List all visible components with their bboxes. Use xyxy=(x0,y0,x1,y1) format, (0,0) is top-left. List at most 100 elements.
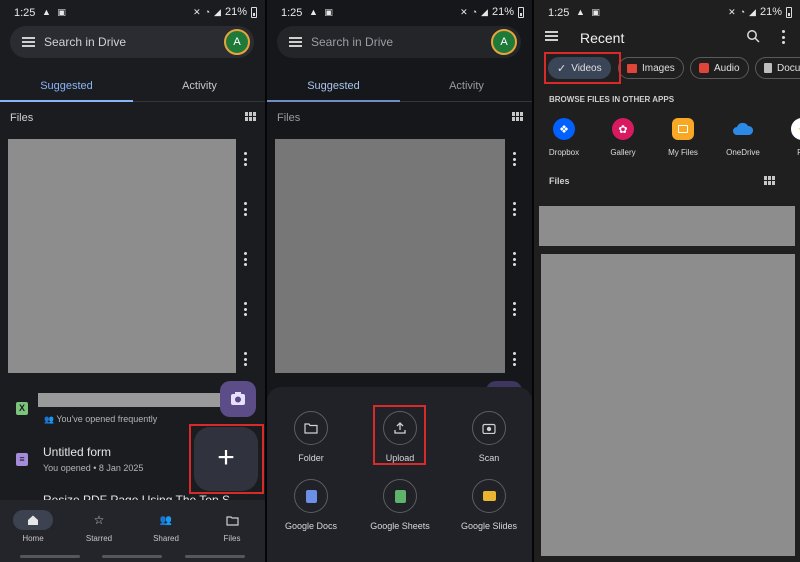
audio-icon xyxy=(699,63,709,73)
app-gallery[interactable]: ✿ Gallery xyxy=(593,118,653,157)
option-upload[interactable]: Upload xyxy=(356,411,444,463)
more-options-icon[interactable] xyxy=(513,202,517,216)
mute-icon: ✕ xyxy=(460,6,468,17)
gesture-bar xyxy=(20,555,80,558)
search-bar[interactable]: Search in Drive A xyxy=(10,26,254,58)
folder-icon xyxy=(225,515,239,526)
more-options-icon[interactable] xyxy=(782,30,786,44)
search-placeholder[interactable]: Search in Drive xyxy=(44,35,126,49)
bottom-navigation: Home ☆ Starred 👥 Shared Files xyxy=(0,500,265,562)
more-options-icon[interactable] xyxy=(244,252,248,266)
search-bar[interactable]: Search in Drive A xyxy=(277,26,521,58)
camera-icon xyxy=(231,392,245,405)
status-time: 1:25 xyxy=(14,7,36,19)
chip-documents[interactable]: Docu xyxy=(755,57,800,79)
tab-activity[interactable]: Activity xyxy=(133,80,265,92)
grid-view-icon[interactable] xyxy=(764,176,775,185)
option-google-sheets[interactable]: Google Sheets xyxy=(356,479,444,531)
status-bar: 1:25 ▲ ▣ ✕ ◔ ◢ 21% xyxy=(267,0,532,26)
more-options-icon[interactable] xyxy=(244,352,248,366)
page-title: Recent xyxy=(580,30,625,46)
browse-apps-header: BROWSE FILES IN OTHER APPS xyxy=(549,95,675,104)
drive-new-sheet-panel: 1:25 ▲ ▣ ✕ ◔ ◢ 21% Search in Drive A Sug… xyxy=(267,0,532,562)
status-time: 1:25 xyxy=(281,7,303,19)
star-icon: ☆ xyxy=(93,513,105,527)
more-options-icon[interactable] xyxy=(513,152,517,166)
more-options-icon[interactable] xyxy=(244,302,248,316)
check-icon: ✓ xyxy=(557,62,567,75)
more-options-icon[interactable] xyxy=(513,302,517,316)
grid-view-icon[interactable] xyxy=(512,112,523,121)
people-icon: 👥 xyxy=(159,514,173,526)
file-thumbnail-placeholder[interactable] xyxy=(275,139,505,373)
create-new-sheet: Folder Upload Scan Google Docs Google Sh… xyxy=(267,387,532,562)
nav-home[interactable]: Home xyxy=(0,510,66,543)
gesture-bar xyxy=(102,555,162,558)
drive-home-panel: 1:25 ▲ ▣ ✕ ◔ ◢ 21% Search in Drive A Sug… xyxy=(0,0,265,562)
signal-icon: ◢ xyxy=(481,6,488,17)
menu-icon[interactable] xyxy=(289,37,302,47)
file-thumbnail-placeholder[interactable] xyxy=(539,206,795,246)
sheets-icon xyxy=(394,489,406,503)
app-photos[interactable]: ✦ Ph xyxy=(772,118,800,157)
option-folder[interactable]: Folder xyxy=(267,411,355,463)
battery-icon xyxy=(251,6,257,18)
nav-starred[interactable]: ☆ Starred xyxy=(66,510,132,543)
forms-icon: ≡ xyxy=(16,453,28,466)
active-tab-indicator xyxy=(267,100,400,102)
avatar[interactable]: A xyxy=(491,29,517,55)
camera-fab[interactable] xyxy=(220,381,256,417)
more-options-icon[interactable] xyxy=(244,152,248,166)
image-icon xyxy=(627,63,637,73)
notification-icons: ▲ ▣ xyxy=(42,7,68,17)
app-onedrive[interactable]: OneDrive xyxy=(713,118,773,157)
tab-activity[interactable]: Activity xyxy=(400,80,532,92)
redacted-file-title[interactable] xyxy=(38,393,220,407)
app-dropbox[interactable]: ❖ Dropbox xyxy=(534,118,594,157)
menu-icon[interactable] xyxy=(545,31,558,41)
search-icon[interactable] xyxy=(746,29,760,43)
nav-shared[interactable]: 👥 Shared xyxy=(133,510,199,544)
row-title[interactable]: Untitled form xyxy=(43,445,111,459)
gesture-bar xyxy=(185,555,245,558)
cloud-icon xyxy=(732,118,754,140)
tab-bar: Suggested Activity xyxy=(267,76,532,102)
avatar[interactable]: A xyxy=(224,29,250,55)
document-icon xyxy=(764,63,772,73)
nav-files[interactable]: Files xyxy=(199,510,265,543)
battery-level: 21% xyxy=(224,6,247,18)
my-files-icon xyxy=(672,118,694,140)
wifi-icon: ◔ xyxy=(471,7,478,17)
battery-icon xyxy=(786,6,792,18)
chip-videos[interactable]: ✓ Videos xyxy=(548,57,611,79)
row-subtitle: 👥 You've opened frequently xyxy=(44,414,158,424)
battery-icon xyxy=(518,6,524,18)
file-thumbnail-placeholder[interactable] xyxy=(541,254,795,556)
app-my-files[interactable]: My Files xyxy=(653,118,713,157)
slides-icon xyxy=(482,491,496,501)
more-options-icon[interactable] xyxy=(513,252,517,266)
upload-icon xyxy=(394,422,406,434)
option-scan[interactable]: Scan xyxy=(445,411,532,463)
sheets-icon: X xyxy=(16,402,28,415)
option-google-docs[interactable]: Google Docs xyxy=(267,479,355,531)
new-fab[interactable]: + xyxy=(194,427,258,491)
wifi-icon: ◔ xyxy=(739,7,746,17)
grid-view-icon[interactable] xyxy=(245,112,256,121)
more-options-icon[interactable] xyxy=(244,202,248,216)
dropbox-icon: ❖ xyxy=(553,118,575,140)
mute-icon: ✕ xyxy=(193,6,201,17)
files-header: Files xyxy=(10,112,34,124)
tab-suggested[interactable]: Suggested xyxy=(267,80,400,92)
tab-suggested[interactable]: Suggested xyxy=(0,80,133,92)
notification-icons: ▲ ▣ xyxy=(576,7,602,17)
chip-images[interactable]: Images xyxy=(618,57,684,79)
file-thumbnail-placeholder[interactable] xyxy=(8,139,236,373)
search-placeholder[interactable]: Search in Drive xyxy=(311,35,393,49)
more-options-icon[interactable] xyxy=(513,352,517,366)
option-google-slides[interactable]: Google Slides xyxy=(445,479,532,531)
status-bar: 1:25 ▲ ▣ ✕ ◔ ◢ 21% xyxy=(534,0,800,26)
files-header: Files xyxy=(549,176,570,186)
chip-audio[interactable]: Audio xyxy=(690,57,749,79)
menu-icon[interactable] xyxy=(22,37,35,47)
